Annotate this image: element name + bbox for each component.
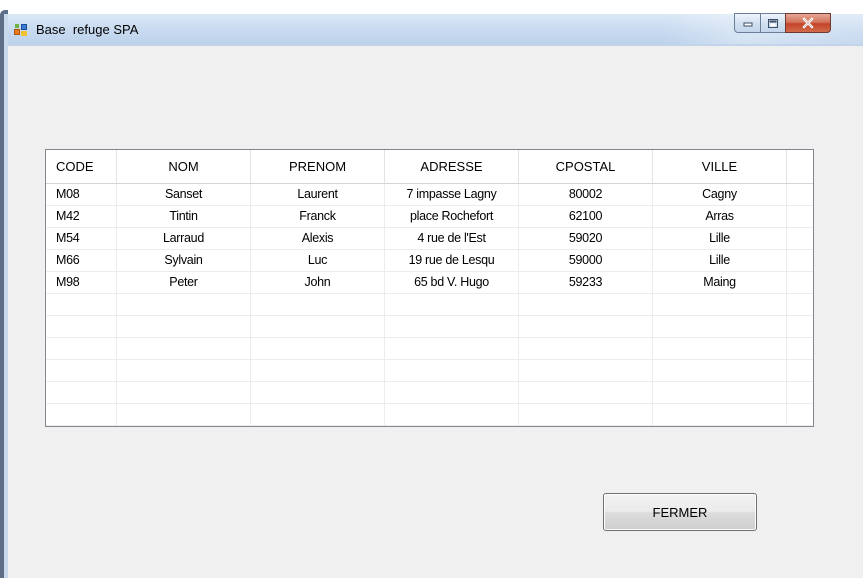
empty-cell: [653, 382, 787, 404]
close-window-button[interactable]: [785, 13, 831, 33]
cell-prenom[interactable]: Franck: [251, 206, 385, 228]
empty-row[interactable]: [46, 360, 813, 382]
empty-cell: [519, 294, 653, 316]
grid-header: CODE NOM PRENOM ADRESSE CPOSTAL VILLE: [46, 150, 813, 184]
empty-cell: [653, 294, 787, 316]
cell-code[interactable]: M66: [46, 250, 117, 272]
cell-adresse[interactable]: 19 rue de Lesqu: [385, 250, 519, 272]
empty-cell: [385, 404, 519, 426]
cell-code[interactable]: M42: [46, 206, 117, 228]
cell-prenom[interactable]: John: [251, 272, 385, 294]
cell-cpostal[interactable]: 59020: [519, 228, 653, 250]
maximize-button[interactable]: [760, 13, 786, 33]
cell-cpostal[interactable]: 59233: [519, 272, 653, 294]
column-header-code[interactable]: CODE: [46, 150, 117, 183]
empty-cell: [117, 316, 251, 338]
empty-cell: [46, 404, 117, 426]
cell-ville[interactable]: Cagny: [653, 184, 787, 206]
empty-cell: [251, 294, 385, 316]
cell-ville[interactable]: Maing: [653, 272, 787, 294]
empty-cell: [46, 294, 117, 316]
empty-cell: [251, 316, 385, 338]
empty-cell: [251, 382, 385, 404]
empty-cell: [385, 338, 519, 360]
data-grid[interactable]: CODE NOM PRENOM ADRESSE CPOSTAL VILLE M0…: [45, 149, 814, 427]
column-header-nom[interactable]: NOM: [117, 150, 251, 183]
close-icon: [802, 17, 814, 29]
column-header-prenom[interactable]: PRENOM: [251, 150, 385, 183]
cell-nom[interactable]: Tintin: [117, 206, 251, 228]
empty-cell: [117, 404, 251, 426]
cell-adresse[interactable]: 65 bd V. Hugo: [385, 272, 519, 294]
empty-cell: [653, 360, 787, 382]
empty-cell: [385, 382, 519, 404]
empty-cell: [653, 404, 787, 426]
empty-cell: [117, 382, 251, 404]
column-header-adresse[interactable]: ADRESSE: [385, 150, 519, 183]
empty-row[interactable]: [46, 404, 813, 426]
cell-prenom[interactable]: Alexis: [251, 228, 385, 250]
empty-cell: [251, 360, 385, 382]
cell-ville[interactable]: Arras: [653, 206, 787, 228]
column-header-ville[interactable]: VILLE: [653, 150, 787, 183]
empty-cell: [46, 338, 117, 360]
table-row[interactable]: M66 Sylvain Luc 19 rue de Lesqu 59000 Li…: [46, 250, 813, 272]
empty-cell: [653, 338, 787, 360]
cell-adresse[interactable]: 4 rue de l'Est: [385, 228, 519, 250]
empty-cell: [251, 404, 385, 426]
empty-cell: [385, 294, 519, 316]
empty-cell: [385, 360, 519, 382]
app-form-icon[interactable]: [14, 23, 28, 37]
minimize-button[interactable]: [734, 13, 761, 33]
empty-cell: [385, 316, 519, 338]
empty-row[interactable]: [46, 338, 813, 360]
empty-cell: [251, 338, 385, 360]
cell-code[interactable]: M54: [46, 228, 117, 250]
empty-row[interactable]: [46, 382, 813, 404]
cell-nom[interactable]: Larraud: [117, 228, 251, 250]
cell-adresse[interactable]: place Rochefort: [385, 206, 519, 228]
empty-cell: [653, 316, 787, 338]
table-row[interactable]: M98 Peter John 65 bd V. Hugo 59233 Maing: [46, 272, 813, 294]
cell-prenom[interactable]: Luc: [251, 250, 385, 272]
cell-code[interactable]: M08: [46, 184, 117, 206]
cell-prenom[interactable]: Laurent: [251, 184, 385, 206]
table-row[interactable]: M42 Tintin Franck place Rochefort 62100 …: [46, 206, 813, 228]
table-row[interactable]: M08 Sanset Laurent 7 impasse Lagny 80002…: [46, 184, 813, 206]
empty-cell: [519, 338, 653, 360]
cell-ville[interactable]: Lille: [653, 228, 787, 250]
empty-cell: [117, 294, 251, 316]
cell-cpostal[interactable]: 59000: [519, 250, 653, 272]
empty-cell: [46, 382, 117, 404]
empty-cell: [519, 404, 653, 426]
table-row[interactable]: M54 Larraud Alexis 4 rue de l'Est 59020 …: [46, 228, 813, 250]
minimize-icon: [743, 22, 752, 27]
cell-ville[interactable]: Lille: [653, 250, 787, 272]
empty-row[interactable]: [46, 294, 813, 316]
empty-cell: [46, 316, 117, 338]
empty-cell: [519, 382, 653, 404]
title-bar[interactable]: Base refuge SPA: [8, 13, 863, 44]
window-title: Base refuge SPA: [36, 22, 139, 37]
cell-cpostal[interactable]: 62100: [519, 206, 653, 228]
cell-cpostal[interactable]: 80002: [519, 184, 653, 206]
maximize-icon: [768, 18, 778, 28]
empty-cell: [46, 360, 117, 382]
empty-cell: [519, 316, 653, 338]
cell-adresse[interactable]: 7 impasse Lagny: [385, 184, 519, 206]
cell-nom[interactable]: Sanset: [117, 184, 251, 206]
empty-row[interactable]: [46, 316, 813, 338]
cell-code[interactable]: M98: [46, 272, 117, 294]
empty-cell: [117, 338, 251, 360]
cell-nom[interactable]: Peter: [117, 272, 251, 294]
fermer-button[interactable]: FERMER: [603, 493, 757, 531]
column-header-cpostal[interactable]: CPOSTAL: [519, 150, 653, 183]
empty-cell: [519, 360, 653, 382]
cell-nom[interactable]: Sylvain: [117, 250, 251, 272]
empty-cell: [117, 360, 251, 382]
